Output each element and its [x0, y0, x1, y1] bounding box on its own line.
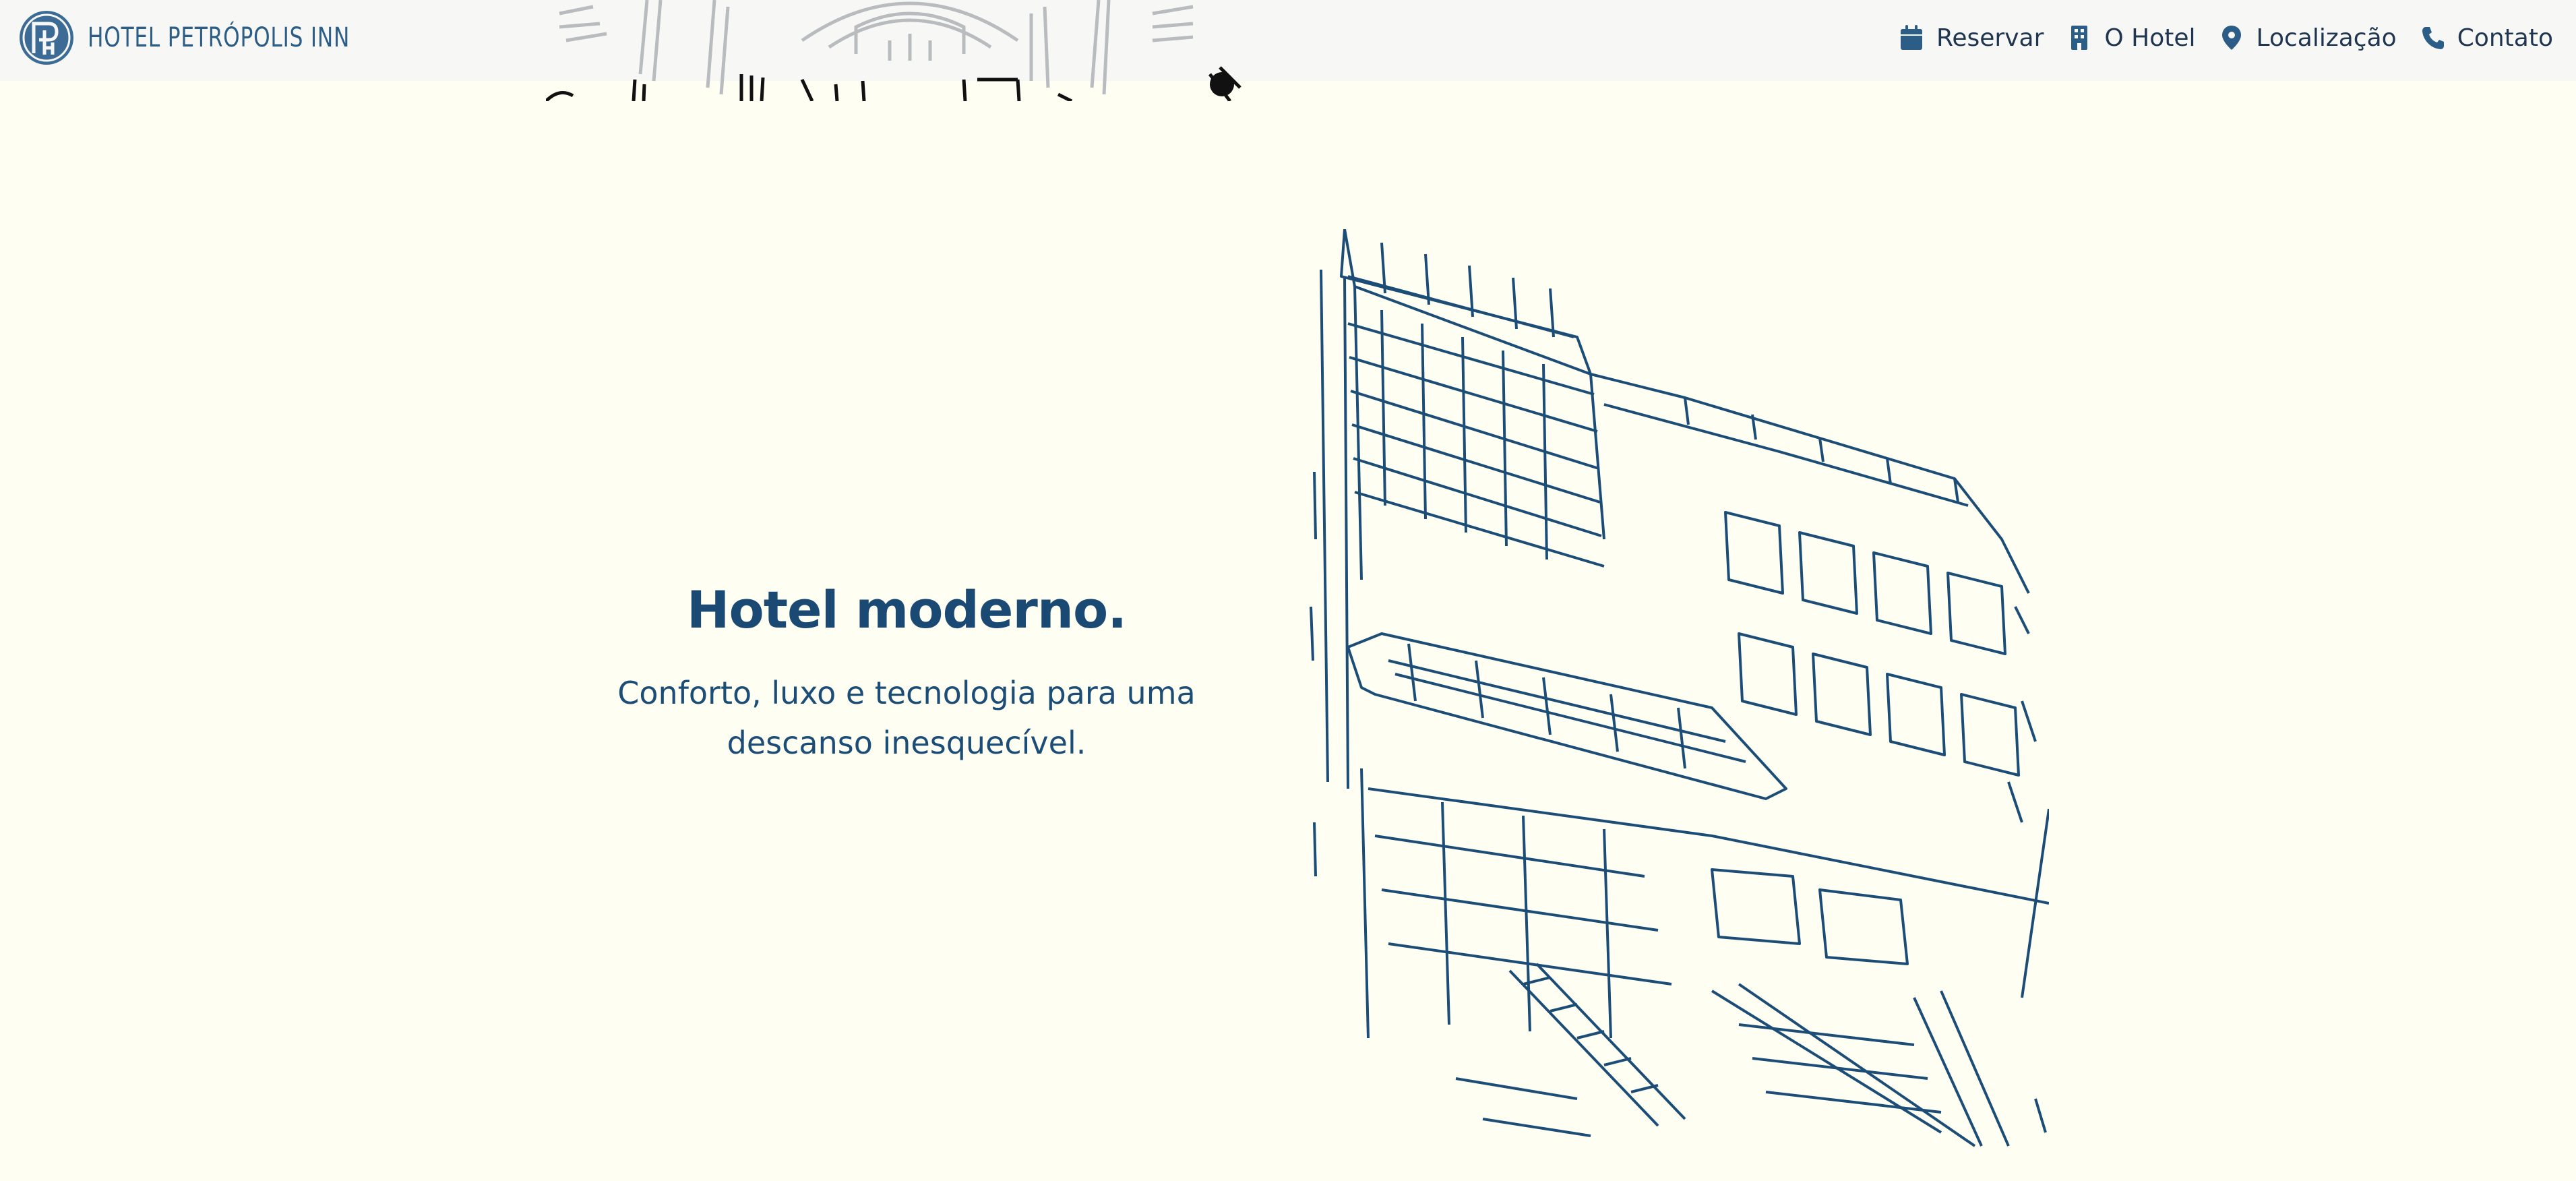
nav-item-contato[interactable]: Contato [2421, 24, 2553, 52]
brand-name: HOTEL PETRÓPOLIS INN [88, 22, 350, 53]
nav-item-localizacao[interactable]: Localização [2220, 24, 2397, 52]
hotel-building-line-drawing [1310, 229, 2049, 1147]
nav-label-o-hotel: O Hotel [2104, 24, 2196, 52]
map-pin-icon [2221, 26, 2241, 50]
calendar-icon [1900, 25, 1922, 50]
hero-title: Hotel moderno. [686, 580, 1127, 640]
hero-subtitle: Conforto, luxo e tecnologia para uma des… [617, 675, 1196, 761]
top-navigation-bar: HOTEL PETRÓPOLIS INN Reservar O Hotel Lo… [0, 0, 2576, 81]
hotel-monogram-logo-icon [20, 11, 73, 65]
brand[interactable]: HOTEL PETRÓPOLIS INN [19, 9, 424, 66]
nav-item-o-hotel[interactable]: O Hotel [2068, 24, 2196, 52]
nav-item-reservar[interactable]: Reservar [1900, 24, 2044, 52]
nav-label-reservar: Reservar [1936, 24, 2044, 52]
nav-label-contato: Contato [2457, 24, 2553, 52]
phone-icon [2422, 27, 2444, 49]
building-icon [2071, 26, 2088, 50]
nav-label-localizacao: Localização [2256, 24, 2397, 52]
hero-section: Hotel moderno. Conforto, luxo e tecnolog… [532, 580, 1281, 768]
main-nav: Reservar O Hotel Localização Contato [1876, 15, 2553, 61]
